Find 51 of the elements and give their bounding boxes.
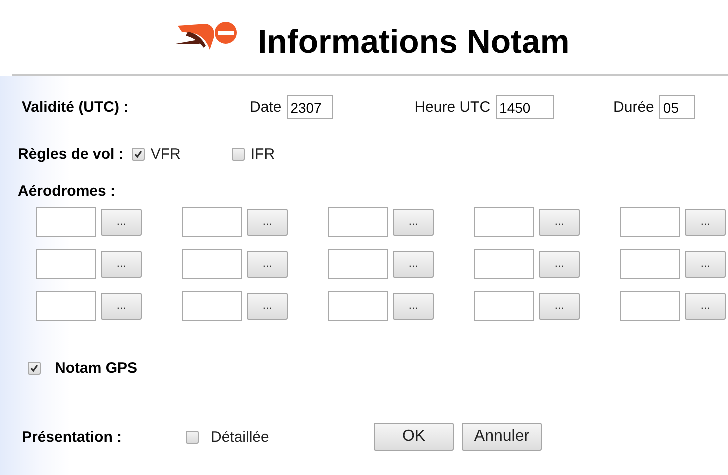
checkbox-label: Notam GPS <box>55 360 138 376</box>
field-label: Heure UTC <box>414 98 491 116</box>
input-field[interactable] <box>182 207 242 237</box>
input-field[interactable] <box>36 207 96 237</box>
input-field[interactable] <box>474 249 534 279</box>
browse-button[interactable]: ... <box>393 250 434 278</box>
browse-button[interactable]: ... <box>393 292 434 320</box>
cancel-button[interactable]: Annuler <box>462 423 542 451</box>
input-field[interactable] <box>328 207 388 237</box>
browse-button[interactable]: ... <box>539 208 580 236</box>
checkbox-label: VFR <box>150 146 181 162</box>
validity-label: Validité (UTC) : <box>22 98 130 116</box>
browse-button[interactable]: ... <box>685 292 726 320</box>
browse-button[interactable]: ... <box>247 292 288 320</box>
ok-button[interactable]: OK <box>374 423 454 451</box>
browse-button[interactable]: ... <box>539 292 580 320</box>
presentation-label: Présentation : <box>22 428 124 446</box>
input-field[interactable] <box>36 249 96 279</box>
browse-button[interactable]: ... <box>101 208 142 236</box>
browse-button[interactable]: ... <box>101 292 142 320</box>
aerodromes-label: Aérodromes : <box>18 182 116 200</box>
input-field[interactable] <box>328 291 388 321</box>
input-field[interactable] <box>328 249 388 279</box>
browse-button[interactable]: ... <box>539 250 580 278</box>
checkbox[interactable] <box>186 430 199 444</box>
field-label: Durée <box>614 98 654 116</box>
input-field[interactable] <box>620 207 680 237</box>
checkbox-label: IFR <box>250 146 276 162</box>
browse-button[interactable]: ... <box>685 208 726 236</box>
input-field[interactable] <box>474 291 534 321</box>
input-field[interactable]: 05 <box>659 95 696 119</box>
input-field[interactable] <box>182 249 242 279</box>
input-field[interactable] <box>620 249 680 279</box>
browse-button[interactable]: ... <box>247 208 288 236</box>
input-field[interactable]: 1450 <box>496 95 554 119</box>
checkbox[interactable] <box>28 362 41 374</box>
browse-button[interactable]: ... <box>247 250 288 278</box>
checkbox[interactable] <box>132 148 145 160</box>
browse-button[interactable]: ... <box>393 208 434 236</box>
flight-rules-label: Règles de vol : <box>18 146 124 162</box>
browse-button[interactable]: ... <box>101 250 142 278</box>
field-label: Date <box>250 98 282 116</box>
input-field[interactable] <box>474 207 534 237</box>
input-field[interactable]: 2307 <box>286 95 333 119</box>
checkbox[interactable] <box>232 148 245 160</box>
page-title: Informations Notam <box>258 23 570 61</box>
checkbox-label: Détaillée <box>211 428 270 446</box>
input-field[interactable] <box>182 291 242 321</box>
browse-button[interactable]: ... <box>685 250 726 278</box>
input-field[interactable] <box>620 291 680 321</box>
input-field[interactable] <box>36 291 96 321</box>
